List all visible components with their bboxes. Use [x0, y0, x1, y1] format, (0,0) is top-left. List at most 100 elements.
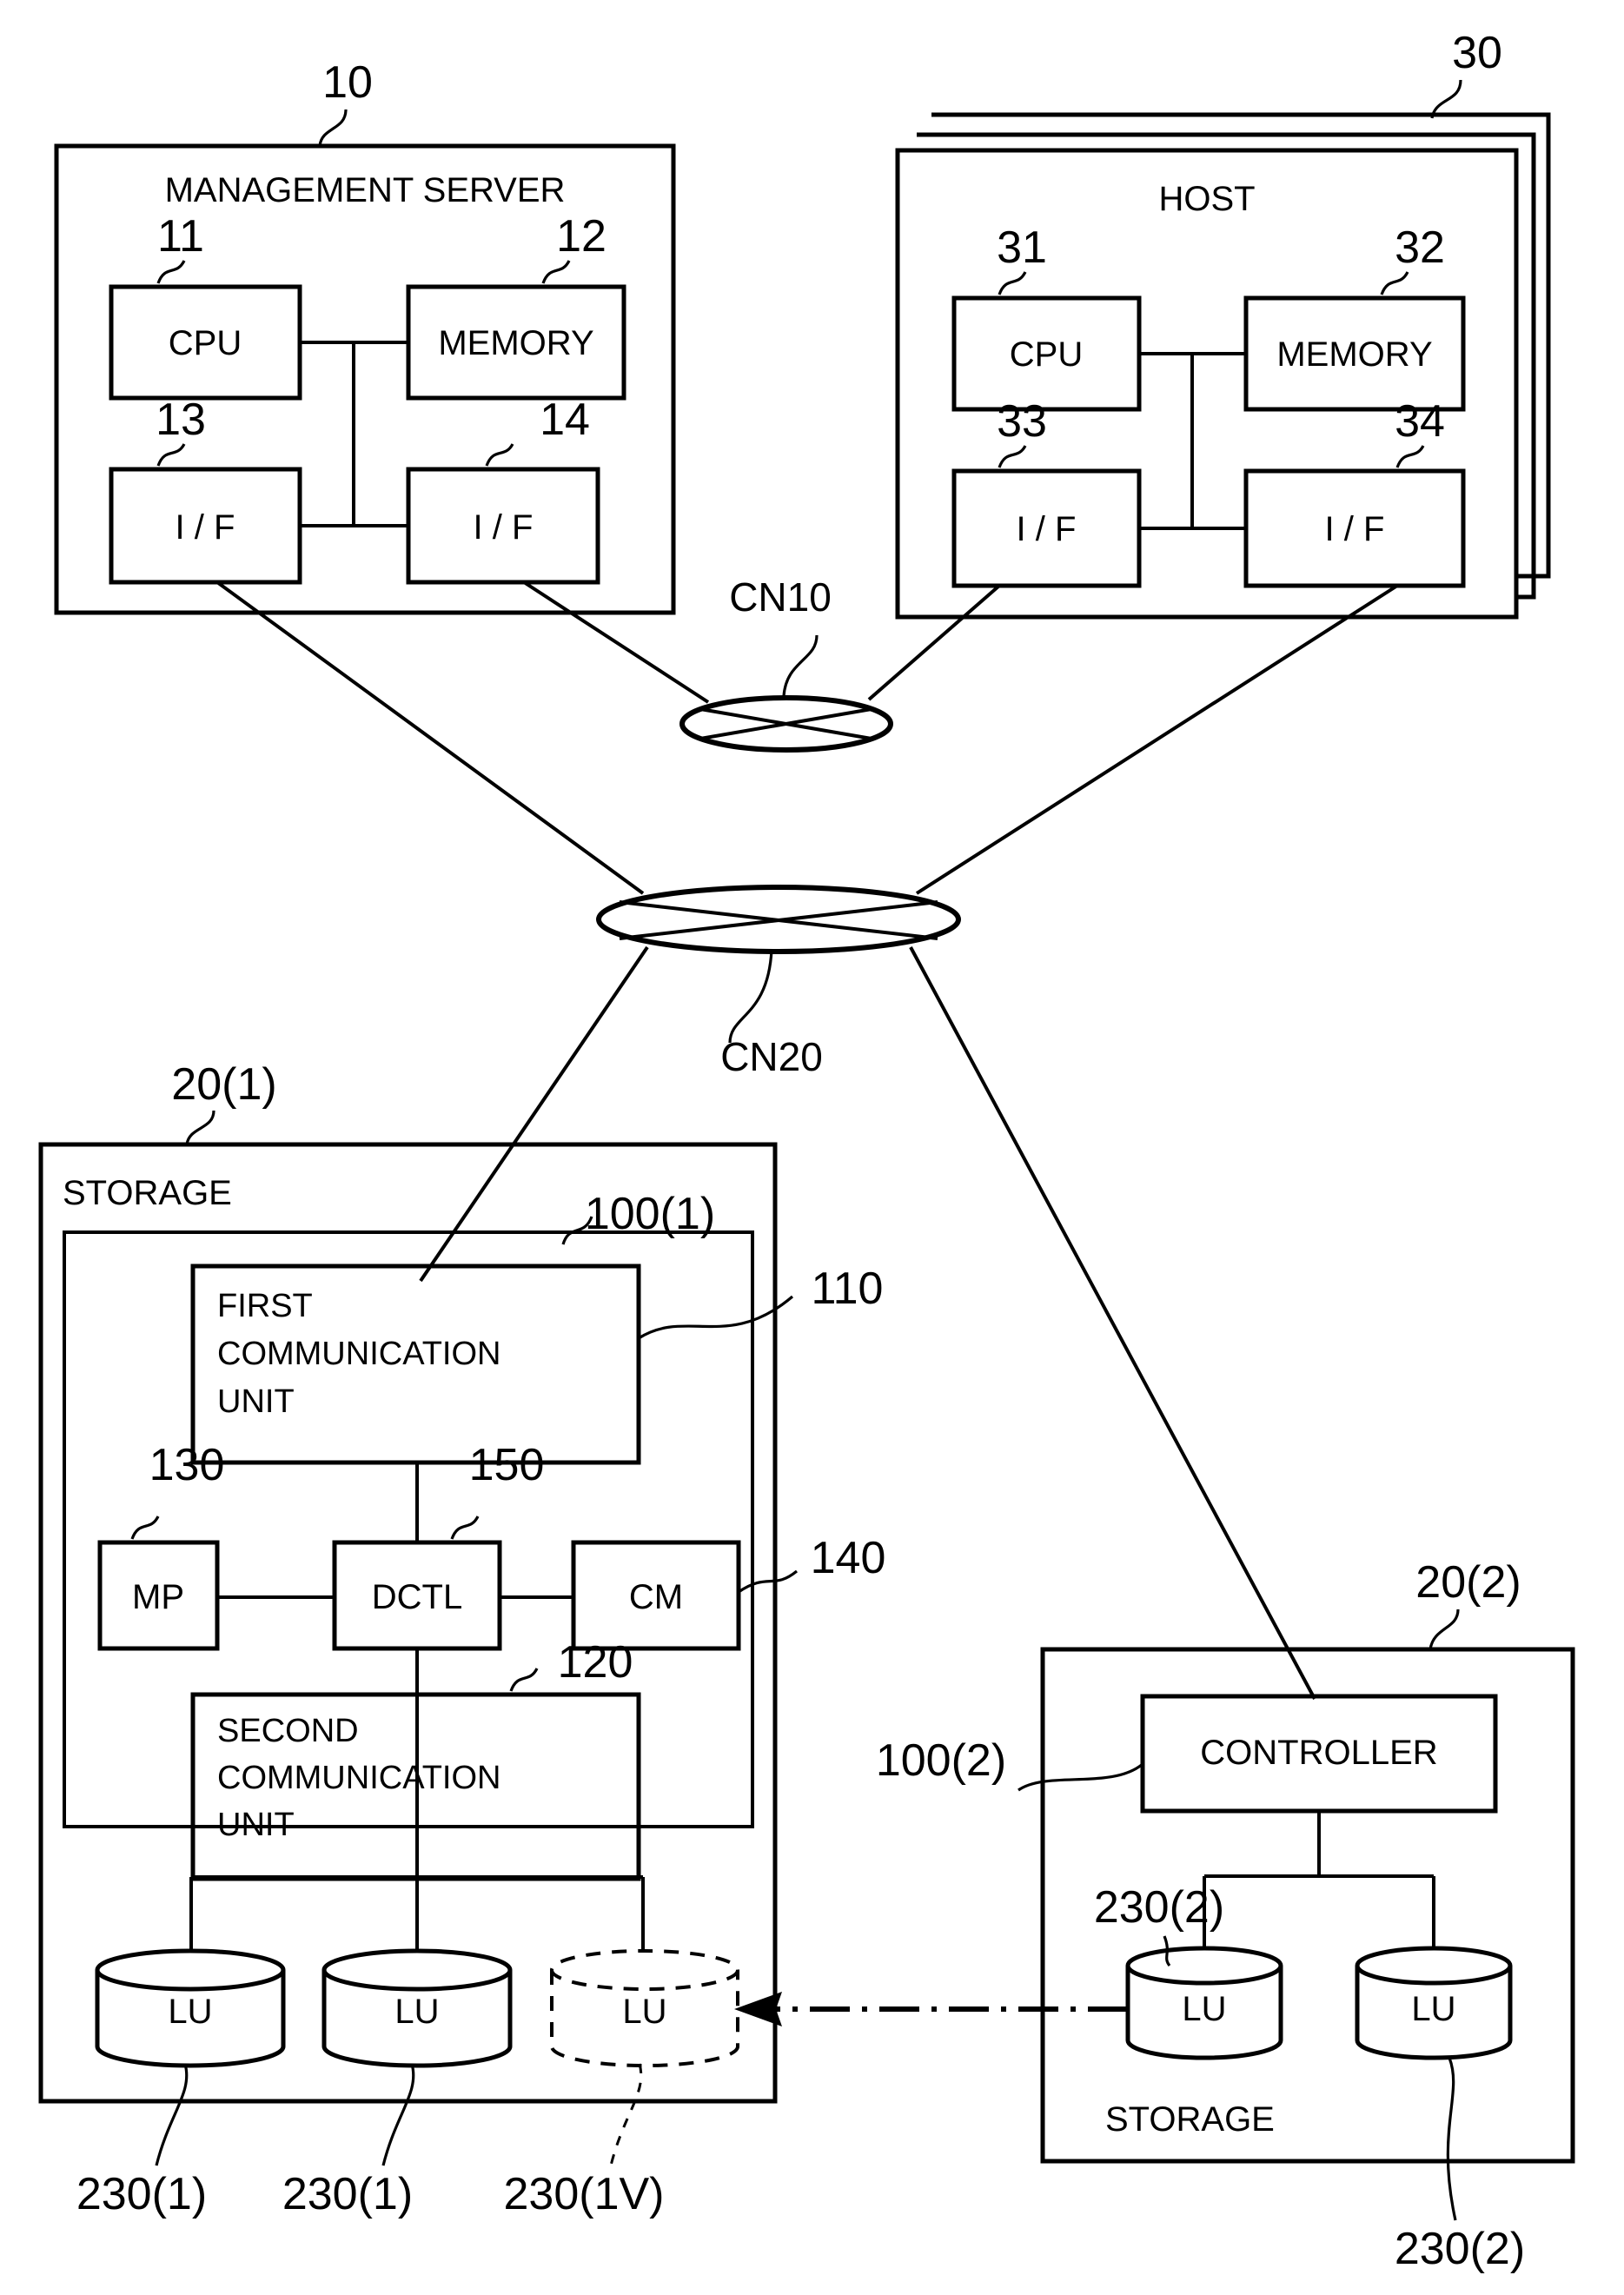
cm-ref: 140: [811, 1533, 886, 1583]
mp-label: MP: [132, 1578, 184, 1616]
mgmt-if2-label: I / F: [474, 508, 534, 547]
controller-ref: 100(2): [876, 1735, 1006, 1786]
leader-100-2: [1017, 1762, 1144, 1792]
storage-one-ref: 20(1): [171, 1059, 276, 1110]
lu-1-ref: 230(1): [76, 2169, 207, 2219]
leader-120: [509, 1668, 539, 1692]
link-host-if1-cn10: [867, 584, 1001, 701]
lu-5-group: LU 230(2): [1355, 1946, 1525, 2274]
cn10-label: CN10: [729, 574, 832, 620]
host-if1-ref: 33: [997, 396, 1047, 447]
management-server-title: MANAGEMENT SERVER: [165, 171, 566, 209]
mgmt-if1-label: I / F: [176, 508, 235, 547]
lu-1-label: LU: [168, 1993, 212, 2031]
leader-12: [541, 260, 571, 284]
storage-one-title: STORAGE: [63, 1174, 232, 1212]
network-cn10-group: CN10: [679, 574, 893, 753]
host-group: HOST 30 CPU 31 MEMORY 32 I / F 33 I / F …: [895, 28, 1551, 620]
mgmt-if2-ref: 14: [540, 395, 590, 445]
second-communication-unit-label-2: COMMUNICATION: [217, 1760, 501, 1796]
mgmt-cpu-ref: 11: [157, 211, 204, 262]
lu-3-cylinder-top: [550, 1949, 739, 1991]
virtual-mapping-arrow: [734, 1992, 1128, 2026]
leader-20-1: [185, 1110, 215, 1145]
host-bus: [1139, 352, 1246, 530]
lu-2-label: LU: [394, 1993, 439, 2031]
mgmt-cpu-label: CPU: [169, 324, 242, 362]
mgmt-memory-ref: 12: [556, 211, 607, 262]
lu-2-cylinder-top: [321, 1948, 513, 1992]
lu-2-group: LU 230(1): [282, 1948, 513, 2219]
storage-two-bus: [1203, 1811, 1435, 1947]
patent-figure: MANAGEMENT SERVER 10 CPU 11 MEMORY 12 I …: [0, 0, 1624, 2295]
lu-4-cylinder-top: [1125, 1946, 1283, 1986]
leader-140: [738, 1569, 799, 1594]
cm-label: CM: [629, 1578, 683, 1616]
first-communication-unit-ref: 110: [812, 1264, 884, 1314]
dctl-ref: 150: [469, 1440, 545, 1490]
lu-3-virtual-group: LU 230(1V): [504, 1949, 739, 2219]
mgmt-bus: [300, 341, 408, 527]
leader-30: [1430, 79, 1462, 119]
leader-130: [130, 1516, 160, 1540]
second-communication-unit-label-1: SECOND: [217, 1713, 359, 1749]
controller-label: CONTROLLER: [1200, 1734, 1437, 1772]
first-communication-unit-label-3: UNIT: [217, 1383, 295, 1420]
storage-one-lu-bus: [189, 1875, 645, 1953]
leader-11: [156, 260, 186, 284]
storage-one-controller-box: [63, 1230, 754, 1828]
storage-one-box: [38, 1142, 778, 2104]
lu-5-label: LU: [1411, 1990, 1455, 2028]
leader-34: [1395, 445, 1425, 468]
leader-32: [1380, 271, 1409, 295]
management-server-group: MANAGEMENT SERVER 10 CPU 11 MEMORY 12 I …: [54, 57, 676, 615]
leader-150: [450, 1516, 480, 1540]
storage-one-group: STORAGE 20(1) 100(1) FIRST COMMUNICATION…: [38, 1059, 886, 2219]
mp-ref: 130: [149, 1440, 225, 1490]
leader-230-1v: [609, 2063, 643, 2166]
host-box: [895, 148, 1519, 620]
first-communication-unit-label-2: COMMUNICATION: [217, 1336, 501, 1372]
virtual-mapping-arrowhead: [734, 1992, 782, 2026]
leader-230-2-bottom: [1446, 2057, 1457, 2221]
storage-two-group: STORAGE 20(2) CONTROLLER 100(2) LU 230(2…: [734, 1557, 1575, 2274]
host-memory-ref: 32: [1395, 222, 1445, 273]
leader-110: [638, 1295, 794, 1340]
leader-230-1b: [381, 2063, 415, 2166]
leader-14: [485, 443, 514, 467]
link-host-if2-cn20: [915, 584, 1399, 895]
mgmt-memory-label: MEMORY: [438, 324, 593, 362]
leader-cn20: [728, 949, 773, 1044]
host-title: HOST: [1158, 180, 1255, 218]
leader-33: [998, 445, 1027, 468]
storage-two-ref: 20(2): [1415, 1557, 1521, 1608]
second-communication-unit-ref: 120: [558, 1637, 633, 1688]
lu-4-label: LU: [1182, 1990, 1226, 2028]
leader-10: [318, 109, 348, 147]
leader-13: [156, 443, 186, 467]
leader-230-1a: [155, 2063, 189, 2166]
host-ref: 30: [1452, 28, 1502, 78]
host-if2-ref: 34: [1395, 396, 1445, 447]
storage-one-controller-ref: 100(1): [585, 1189, 715, 1239]
management-server-ref: 10: [322, 57, 373, 108]
network-cn20-group: CN20: [596, 885, 961, 1079]
leader-cn10: [782, 634, 819, 697]
link-mgmt-if1-cn20: [215, 580, 645, 895]
link-mgmt-if2-cn10: [522, 580, 710, 704]
lu-1-cylinder-top: [95, 1948, 286, 1992]
first-communication-unit-label-1: FIRST: [217, 1288, 313, 1324]
dctl-label: DCTL: [372, 1578, 462, 1616]
mgmt-if1-ref: 13: [156, 395, 206, 445]
leader-31: [998, 271, 1027, 295]
host-cpu-ref: 31: [997, 222, 1047, 273]
cn20-label: CN20: [720, 1034, 823, 1079]
lu-4-group: LU 230(2): [1094, 1882, 1283, 2060]
lu-5-ref-bottom: 230(2): [1395, 2224, 1525, 2274]
host-memory-label: MEMORY: [1276, 335, 1432, 374]
lu-2-ref: 230(1): [282, 2169, 413, 2219]
cn10-cross: [699, 707, 872, 740]
host-if1-label: I / F: [1017, 510, 1077, 548]
link-cn20-storage2: [909, 946, 1316, 1700]
storage-two-title: STORAGE: [1105, 2100, 1275, 2139]
